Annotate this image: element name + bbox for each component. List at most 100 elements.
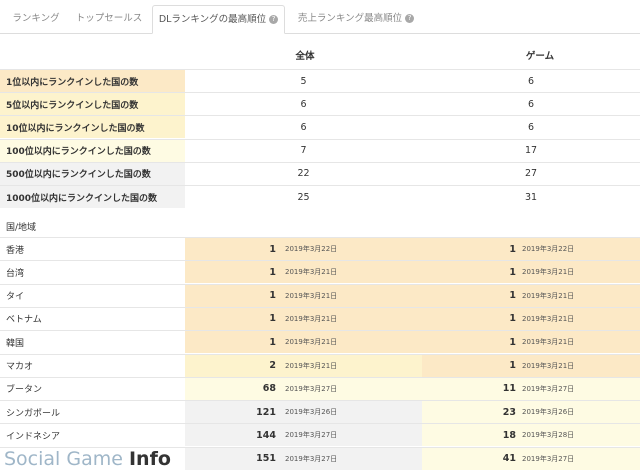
tab-top-sales[interactable]: トップセールス [72, 5, 146, 34]
summary-game-value: 17 [524, 145, 538, 157]
watermark-part1: Social Game [4, 448, 129, 470]
overall-best-rank: 1 [269, 336, 276, 348]
overall-best-date: 2019年3月26日 [285, 408, 338, 417]
overall-best-rank: 68 [262, 383, 276, 395]
region-overall-cell: 1 2019年3月21日 [185, 331, 422, 354]
tab-top-sales-label: トップセールス [75, 13, 143, 24]
game-best-rank: 1 [509, 290, 516, 302]
summary-game-value: 6 [527, 121, 535, 133]
region-overall-cell: 144 2019年3月27日 [185, 424, 422, 447]
summary-overall-value: 6 [300, 121, 307, 133]
game-best-rank: 1 [509, 313, 516, 325]
watermark-logo: Social Game Info [4, 448, 171, 470]
game-best-rank: 41 [502, 453, 516, 465]
summary-label: 1000位以内にランクインした国の数 [0, 186, 185, 208]
region-row: ベトナム 1 2019年3月21日 1 2019年3月21日 [0, 306, 640, 330]
summary-row: 100位以内にランクインした国の数 7 17 [0, 138, 640, 162]
region-game-cell: 18 2019年3月28日 [422, 424, 640, 447]
summary-overall-value: 22 [297, 168, 310, 180]
watermark-part2: Info [128, 448, 171, 470]
region-overall-cell: 121 2019年3月26日 [185, 401, 422, 424]
game-best-rank: 1 [509, 336, 516, 348]
overall-best-date: 2019年3月22日 [285, 245, 338, 253]
overall-best-rank: 1 [269, 290, 276, 302]
overall-best-rank: 151 [256, 453, 276, 465]
region-game-cell: 23 2019年3月26日 [422, 401, 640, 424]
game-best-rank: 1 [509, 243, 516, 255]
tab-ranking[interactable]: ランキング [8, 5, 64, 34]
tab-sales-ranking-best[interactable]: 売上ランキング最高順位? [292, 5, 420, 34]
summary-game-value: 6 [527, 75, 535, 87]
region-overall-cell: 1 2019年3月22日 [185, 238, 422, 260]
summary-row: 5位以内にランクインした国の数 6 6 [0, 92, 640, 116]
game-best-rank: 11 [502, 383, 516, 395]
summary-label: 1位以内にランクインした国の数 [0, 70, 185, 92]
region-row: マカオ 2 2019年3月21日 1 2019年3月21日 [0, 353, 640, 377]
game-best-date: 2019年3月21日 [522, 338, 575, 347]
region-header: 国/地域 [6, 223, 37, 233]
help-icon[interactable]: ? [405, 14, 415, 23]
game-best-date: 2019年3月27日 [522, 454, 575, 463]
summary-overall-value: 25 [297, 191, 310, 203]
region-row: 香港 1 2019年3月22日 1 2019年3月22日 [0, 237, 640, 260]
game-best-rank: 18 [502, 429, 516, 441]
region-row: シンガポール 121 2019年3月26日 23 2019年3月26日 [0, 400, 640, 424]
region-overall-cell: 1 2019年3月21日 [185, 261, 422, 284]
game-best-date: 2019年3月28日 [522, 431, 575, 440]
tab-dl-ranking-best[interactable]: DLランキングの最高順位? [152, 5, 285, 34]
overall-best-date: 2019年3月21日 [285, 338, 338, 347]
game-best-date: 2019年3月21日 [522, 361, 575, 370]
game-best-rank: 23 [502, 406, 516, 418]
summary-game-value: 6 [527, 98, 535, 110]
region-overall-cell: 151 2019年3月27日 [185, 447, 422, 470]
region-row: インドネシア 144 2019年3月27日 18 2019年3月28日 [0, 423, 640, 447]
summary-row: 500位以内にランクインした国の数 22 27 [0, 161, 640, 185]
region-game-cell: 1 2019年3月21日 [422, 307, 640, 330]
overall-best-rank: 1 [269, 243, 276, 255]
overall-best-date: 2019年3月21日 [285, 314, 338, 323]
region-game-cell: 1 2019年3月21日 [422, 331, 640, 354]
region-country: タイ [6, 292, 25, 303]
region-overall-cell: 1 2019年3月21日 [185, 284, 422, 307]
tab-sales-ranking-best-label: 売上ランキング最高順位 [297, 13, 403, 24]
region-game-cell: 11 2019年3月27日 [422, 377, 640, 400]
region-game-cell: 41 2019年3月27日 [422, 447, 640, 470]
tab-dl-ranking-best-label: DLランキングの最高順位 [158, 14, 267, 25]
help-icon[interactable]: ? [269, 15, 279, 24]
summary-game-value: 27 [524, 168, 538, 180]
overall-best-rank: 144 [256, 429, 276, 441]
region-game-cell: 1 2019年3月21日 [422, 261, 640, 284]
region-country: インドネシア [6, 431, 61, 442]
summary-game-value: 31 [524, 191, 538, 203]
game-best-rank: 1 [509, 360, 516, 371]
summary-overall-value: 7 [300, 145, 307, 157]
tab-ranking-label: ランキング [12, 13, 60, 24]
region-row: ブータン 68 2019年3月27日 11 2019年3月27日 [0, 376, 640, 400]
game-best-rank: 1 [509, 266, 516, 278]
summary-row: 1位以内にランクインした国の数 5 6 [0, 69, 640, 92]
overall-best-rank: 1 [269, 313, 276, 325]
summary-overall-value: 5 [300, 75, 307, 87]
region-country: 台湾 [6, 268, 25, 279]
column-header-game: ゲーム [525, 51, 555, 62]
game-best-date: 2019年3月21日 [522, 291, 575, 300]
summary-row: 10位以内にランクインした国の数 6 6 [0, 115, 640, 139]
summary-row: 1000位以内にランクインした国の数 25 31 [0, 185, 640, 208]
overall-best-date: 2019年3月27日 [285, 431, 338, 440]
region-row: 台湾 1 2019年3月21日 1 2019年3月21日 [0, 260, 640, 284]
region-overall-cell: 2 2019年3月21日 [185, 354, 422, 377]
overall-best-rank: 2 [269, 360, 276, 371]
region-country: 香港 [6, 245, 25, 256]
summary-label: 5位以内にランクインした国の数 [0, 93, 185, 116]
game-best-date: 2019年3月26日 [522, 408, 575, 417]
overall-best-date: 2019年3月27日 [285, 454, 338, 463]
summary-overall-value: 6 [300, 98, 307, 110]
tab-bar: ランキング トップセールス DLランキングの最高順位? 売上ランキング最高順位? [0, 0, 640, 34]
region-game-cell: 1 2019年3月21日 [422, 284, 640, 307]
game-best-date: 2019年3月27日 [522, 384, 575, 393]
region-overall-cell: 68 2019年3月27日 [185, 377, 422, 400]
summary-label: 100位以内にランクインした国の数 [0, 139, 185, 162]
game-best-date: 2019年3月21日 [522, 314, 575, 323]
overall-best-date: 2019年3月27日 [285, 384, 338, 393]
overall-best-rank: 121 [256, 406, 276, 418]
